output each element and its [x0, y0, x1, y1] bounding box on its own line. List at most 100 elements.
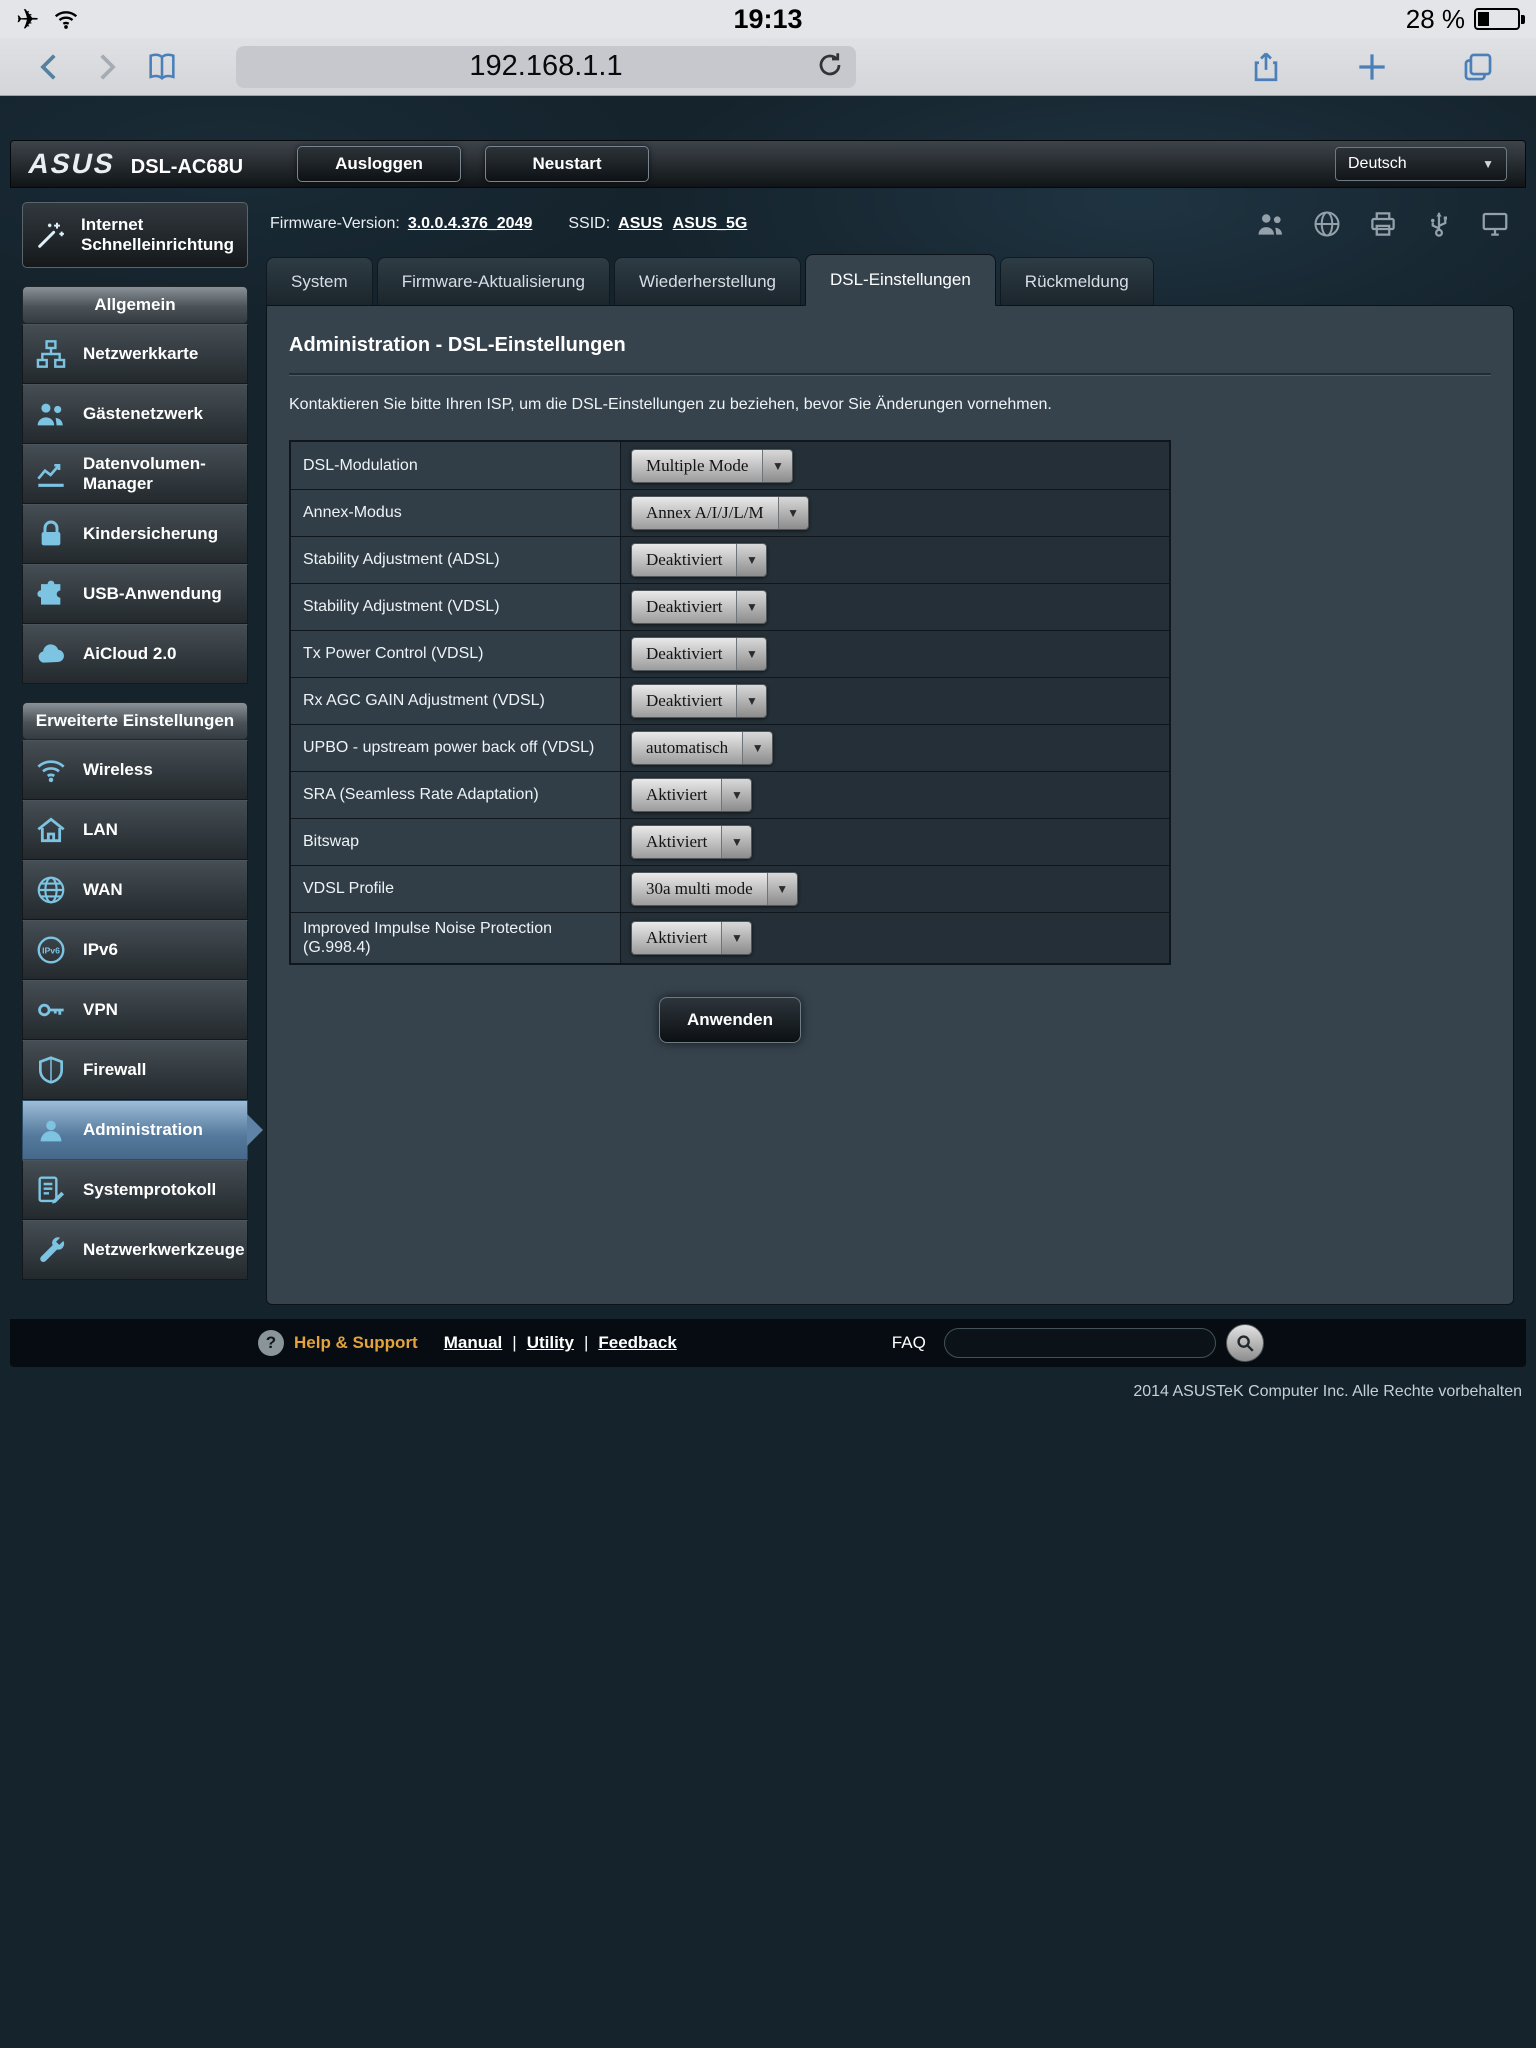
chevron-down-icon: ▼ — [736, 544, 767, 576]
usb-device-icon[interactable] — [1424, 209, 1454, 239]
home-icon — [29, 814, 73, 846]
setting-label: VDSL Profile — [291, 866, 621, 912]
tab[interactable]: Rückmeldung — [999, 257, 1154, 305]
footer-link[interactable]: Feedback — [574, 1333, 676, 1353]
settings-row: Rx AGC GAIN Adjustment (VDSL) Deaktivier… — [291, 677, 1169, 724]
chevron-down-icon: ▼ — [1482, 157, 1494, 171]
settings-row: Stability Adjustment (ADSL) Deaktiviert … — [291, 536, 1169, 583]
chevron-down-icon: ▼ — [721, 922, 752, 955]
setting-label: UPBO - upstream power back off (VDSL) — [291, 725, 621, 771]
settings-row: Improved Impulse Noise Protection (G.998… — [291, 912, 1169, 964]
search-button[interactable] — [1225, 1324, 1264, 1362]
main-area: Firmware-Version: 3.0.0.4.376_2049 SSID:… — [266, 202, 1514, 1305]
clients-icon[interactable] — [1256, 209, 1286, 239]
setting-select[interactable]: Aktiviert ▼ — [631, 778, 753, 812]
reboot-button[interactable]: Neustart — [485, 146, 649, 182]
sidebar-item[interactable]: Wireless — [22, 740, 248, 800]
setting-select[interactable]: Aktiviert ▼ — [631, 921, 753, 956]
forward-button[interactable] — [78, 43, 134, 91]
syslog-icon — [29, 1174, 73, 1206]
settings-row: SRA (Seamless Rate Adaptation) Aktiviert… — [291, 771, 1169, 818]
setting-value-cell: Aktiviert ▼ — [621, 772, 1169, 818]
setting-select[interactable]: automatisch ▼ — [631, 731, 774, 765]
footer-link[interactable]: Manual — [444, 1333, 503, 1353]
firmware-version-link[interactable]: 3.0.0.4.376_2049 — [408, 215, 533, 233]
chevron-down-icon: ▼ — [721, 779, 752, 811]
select-value: 30a multi mode — [632, 873, 767, 905]
setting-label: Rx AGC GAIN Adjustment (VDSL) — [291, 678, 621, 724]
sidebar-item[interactable]: Systemprotokoll — [22, 1160, 248, 1220]
sidebar-item[interactable]: LAN — [22, 800, 248, 860]
help-icon: ? — [258, 1330, 284, 1356]
setting-label: DSL-Modulation — [291, 442, 621, 489]
toolbar-right — [1238, 43, 1514, 91]
language-select[interactable]: Deutsch ▼ — [1335, 147, 1507, 181]
sidebar-item[interactable]: USB-Anwendung — [22, 564, 248, 624]
setting-select[interactable]: Deaktiviert ▼ — [631, 590, 768, 624]
setting-label: Improved Impulse Noise Protection (G.998… — [291, 913, 621, 964]
setting-select[interactable]: Multiple Mode ▼ — [631, 448, 794, 483]
pc-icon[interactable] — [1480, 209, 1510, 239]
sidebar-item[interactable]: Firewall — [22, 1040, 248, 1100]
sidebar-item[interactable]: Netzwerkwerkzeuge — [22, 1220, 248, 1280]
ssid-link[interactable]: ASUS_5G — [673, 215, 748, 233]
chevron-down-icon: ▼ — [721, 826, 752, 858]
setting-value-cell: Deaktiviert ▼ — [621, 678, 1169, 724]
settings-row: DSL-Modulation Multiple Mode ▼ — [291, 442, 1169, 489]
footer-link[interactable]: Utility — [502, 1333, 574, 1353]
setting-label: Stability Adjustment (VDSL) — [291, 584, 621, 630]
ios-status-bar: ✈ 19:13 28 % — [0, 0, 1536, 38]
status-icons — [1256, 209, 1510, 239]
sidebar-item[interactable]: Administration — [22, 1100, 248, 1160]
setting-select[interactable]: Annex A/I/J/L/M ▼ — [631, 496, 809, 530]
internet-globe-icon[interactable] — [1312, 209, 1342, 239]
faq-label: FAQ — [891, 1333, 926, 1352]
url-text: 192.168.1.1 — [469, 50, 623, 82]
sidebar-item[interactable]: IPv6 IPv6 — [22, 920, 248, 980]
new-tab-button[interactable] — [1344, 43, 1400, 91]
setting-select[interactable]: Deaktiviert ▼ — [631, 637, 768, 671]
ssid-label: SSID: — [568, 215, 611, 232]
bookmarks-button[interactable] — [134, 43, 190, 91]
ssid-link[interactable]: ASUS — [618, 215, 662, 233]
share-button[interactable] — [1238, 43, 1294, 91]
setting-select[interactable]: Deaktiviert ▼ — [631, 543, 768, 577]
select-value: Deaktiviert — [632, 685, 737, 717]
apply-button[interactable]: Anwenden — [659, 997, 801, 1044]
setting-value-cell: Deaktiviert ▼ — [621, 584, 1169, 630]
setting-select[interactable]: 30a multi mode ▼ — [631, 872, 798, 906]
select-value: automatisch — [632, 732, 743, 764]
tab[interactable]: Wiederherstellung — [613, 257, 801, 305]
help-support-link[interactable]: Help & Support — [294, 1333, 418, 1353]
sidebar-item[interactable]: AiCloud 2.0 — [22, 624, 248, 684]
select-value: Deaktiviert — [632, 544, 737, 576]
sidebar-item[interactable]: Gästenetzwerk — [22, 384, 248, 444]
tabs-button[interactable] — [1450, 43, 1506, 91]
title-divider — [289, 373, 1491, 376]
back-button[interactable] — [22, 43, 78, 91]
sidebar-item[interactable]: VPN — [22, 980, 248, 1040]
sidebar-item[interactable]: Kindersicherung — [22, 504, 248, 564]
tab[interactable]: System — [266, 257, 373, 305]
printer-icon[interactable] — [1368, 209, 1398, 239]
setting-value-cell: Aktiviert ▼ — [621, 819, 1169, 865]
chevron-down-icon: ▼ — [777, 497, 808, 529]
select-value: Multiple Mode — [632, 449, 763, 482]
url-field[interactable]: 192.168.1.1 — [236, 45, 856, 88]
safari-toolbar: 192.168.1.1 — [0, 38, 1536, 96]
sidebar-item[interactable]: Datenvolumen-Manager — [22, 444, 248, 504]
reload-button[interactable] — [812, 50, 848, 84]
logout-button[interactable]: Ausloggen — [297, 146, 461, 182]
tab[interactable]: DSL-Einstellungen — [804, 254, 996, 306]
quick-setup-label: Internet Schnelleinrichtung — [81, 214, 235, 254]
setting-select[interactable]: Aktiviert ▼ — [631, 825, 753, 859]
setting-value-cell: Deaktiviert ▼ — [621, 537, 1169, 583]
tab[interactable]: Firmware-Aktualisierung — [376, 257, 610, 305]
sidebar-item[interactable]: Netzwerkkarte — [22, 324, 248, 384]
sidebar-item[interactable]: WAN — [22, 860, 248, 920]
quick-internet-setup-button[interactable]: Internet Schnelleinrichtung — [22, 202, 248, 268]
faq-search-input[interactable] — [943, 1328, 1216, 1358]
firmware-label: Firmware-Version: — [270, 215, 400, 232]
setting-select[interactable]: Deaktiviert ▼ — [631, 684, 768, 718]
setting-value-cell: automatisch ▼ — [621, 725, 1169, 771]
